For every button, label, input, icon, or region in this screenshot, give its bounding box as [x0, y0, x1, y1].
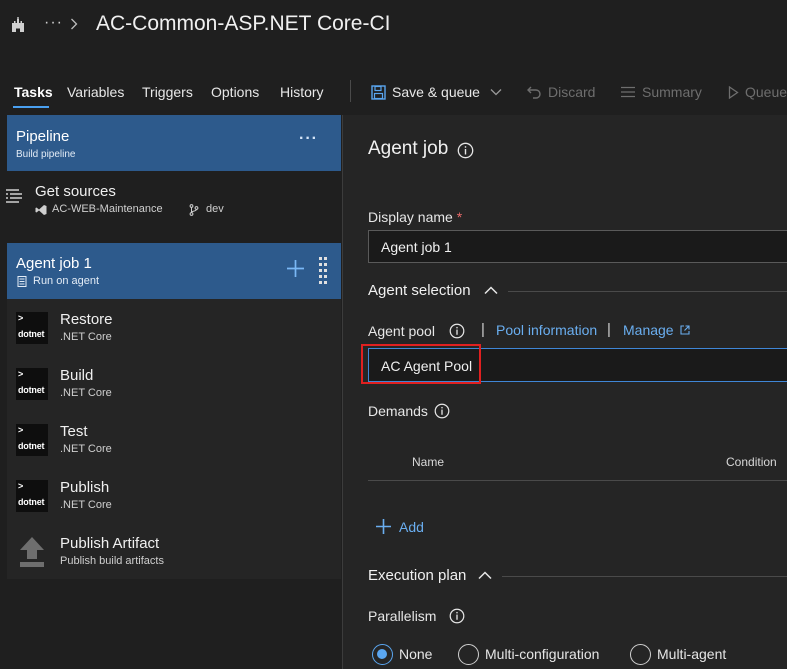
radio-none[interactable]: [372, 644, 393, 665]
task-subtitle: .NET Core: [60, 443, 112, 455]
plus-icon: [375, 518, 392, 535]
task-title: Publish Artifact: [60, 535, 160, 552]
upload-icon: [18, 535, 46, 569]
task-item-publish[interactable]: [7, 467, 341, 523]
task-item-publish-artifact[interactable]: [7, 523, 341, 579]
list-icon: [620, 86, 636, 98]
task-title: Restore: [60, 311, 113, 328]
castle-icon[interactable]: [11, 17, 25, 32]
execution-plan-header[interactable]: Execution plan: [368, 567, 466, 584]
section-divider: [502, 576, 787, 577]
demands-column-name: Name: [412, 455, 445, 469]
agent-icon: [17, 276, 27, 287]
drag-handle-icon[interactable]: [318, 256, 328, 284]
task-title: Test: [60, 423, 88, 440]
demands-label: Demands: [368, 403, 428, 419]
agent-pool-label: Agent pool: [368, 323, 435, 339]
radio-label: Multi-configuration: [485, 646, 600, 662]
details-panel: [343, 115, 787, 669]
add-demand-button[interactable]: Add: [375, 518, 424, 535]
parallelism-label: Parallelism: [368, 608, 437, 624]
tab-options[interactable]: Options: [211, 84, 259, 100]
chevron-up-icon[interactable]: [484, 286, 498, 295]
agent-job-title: Agent job 1: [16, 255, 92, 272]
table-header-divider: [368, 480, 787, 481]
tab-triggers[interactable]: Triggers: [142, 84, 193, 100]
required-mark: *: [456, 209, 463, 225]
summary-button[interactable]: Summary: [620, 84, 702, 100]
page-title: AC-Common-ASP.NET Core-CI: [96, 12, 391, 35]
queue-label: Queue: [745, 84, 787, 100]
details-heading: Agent job: [368, 138, 449, 159]
toolbar-divider: [350, 80, 351, 102]
branch-name: dev: [206, 203, 224, 215]
display-name-input[interactable]: Agent job 1: [368, 230, 787, 263]
separator: |: [481, 321, 485, 338]
tab-tasks[interactable]: Tasks: [14, 84, 53, 100]
pipeline-title: Pipeline: [16, 128, 70, 145]
chevron-up-icon[interactable]: [478, 571, 492, 580]
undo-icon: [527, 85, 542, 99]
task-title: Publish: [60, 479, 110, 496]
section-divider: [508, 291, 787, 292]
info-icon[interactable]: [449, 608, 465, 624]
chevron-right-icon: [70, 18, 78, 30]
task-subtitle: .NET Core: [60, 499, 112, 511]
radio-multi-configuration[interactable]: [458, 644, 479, 665]
radio-multi-agent[interactable]: [630, 644, 651, 665]
info-icon[interactable]: [457, 142, 474, 159]
separator: |: [607, 321, 611, 338]
dotnet-icon: > dotnet: [16, 424, 48, 456]
external-link-icon: [680, 325, 690, 335]
play-icon: [728, 85, 739, 99]
dotnet-icon: > dotnet: [16, 480, 48, 512]
task-title: Build: [60, 367, 94, 384]
agent-job-subtitle: Run on agent: [33, 275, 100, 287]
tab-history[interactable]: History: [280, 84, 324, 100]
task-item-test[interactable]: [7, 411, 341, 467]
agent-selection-header[interactable]: Agent selection: [368, 282, 471, 299]
task-subtitle: .NET Core: [60, 331, 112, 343]
summary-label: Summary: [642, 84, 702, 100]
discard-label: Discard: [548, 84, 596, 100]
add-label: Add: [399, 518, 424, 535]
radio-label: Multi-agent: [657, 646, 727, 662]
task-subtitle: Publish build artifacts: [60, 555, 164, 567]
discard-button[interactable]: Discard: [527, 84, 595, 100]
task-subtitle: .NET Core: [60, 387, 112, 399]
chevron-down-icon: [490, 88, 502, 96]
get-sources-icon: [5, 188, 23, 204]
repository-name: AC-WEB-Maintenance: [52, 203, 163, 215]
display-name-label: Display name *: [368, 209, 463, 225]
task-item-build[interactable]: [7, 355, 341, 411]
manage-link[interactable]: Manage: [623, 322, 674, 338]
info-icon[interactable]: [434, 403, 450, 419]
dotnet-icon: > dotnet: [16, 368, 48, 400]
pipeline-subtitle: Build pipeline: [16, 149, 76, 160]
save-queue-button[interactable]: Save & queue: [371, 84, 502, 100]
highlight-box: [361, 344, 481, 384]
repository-icon: [35, 204, 47, 216]
active-tab-indicator: [13, 106, 49, 108]
add-task-icon[interactable]: [286, 259, 305, 278]
save-icon: [371, 84, 386, 100]
save-queue-label: Save & queue: [392, 84, 480, 100]
breadcrumb-more-icon[interactable]: ···: [44, 14, 63, 32]
task-item-restore[interactable]: [7, 299, 341, 355]
pool-information-link[interactable]: Pool information: [496, 322, 597, 338]
tab-variables[interactable]: Variables: [67, 84, 124, 100]
info-icon[interactable]: [449, 323, 465, 339]
more-options-icon[interactable]: ···: [299, 130, 318, 148]
get-sources-item[interactable]: Get sources: [35, 183, 116, 200]
branch-icon: [189, 204, 199, 216]
dotnet-icon: > dotnet: [16, 312, 48, 344]
queue-button[interactable]: Queue: [728, 84, 787, 100]
radio-label: None: [399, 646, 433, 662]
demands-column-condition: Condition: [726, 455, 777, 469]
